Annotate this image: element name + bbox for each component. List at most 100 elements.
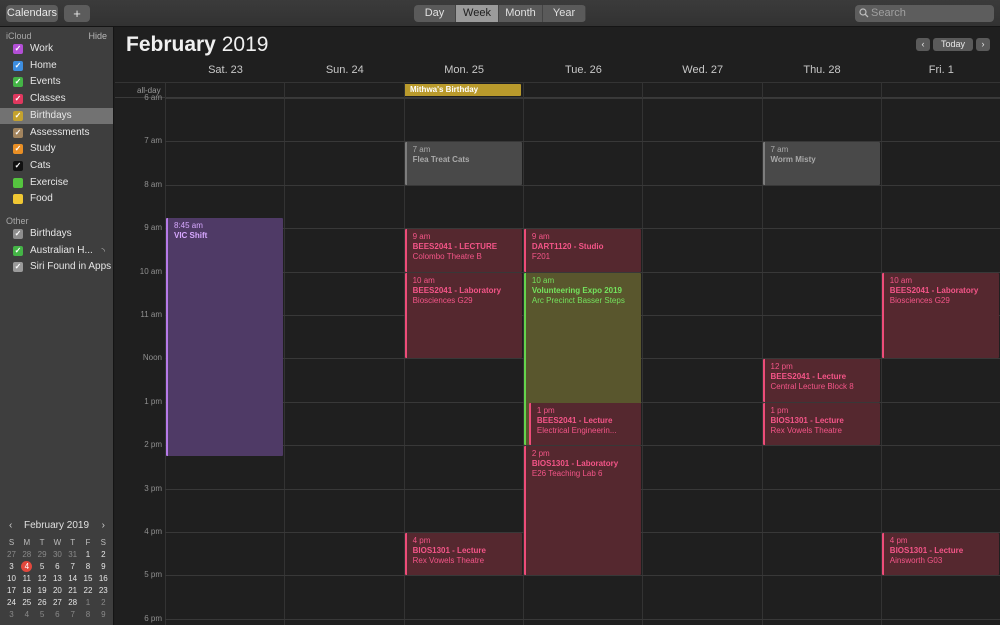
- next-week-button[interactable]: ›: [976, 38, 990, 51]
- day-header[interactable]: Sun. 24: [285, 64, 404, 76]
- calendar-checkbox[interactable]: ✓: [13, 127, 23, 138]
- sidebar-item[interactable]: ✓ Birthdays: [0, 107, 113, 124]
- mini-calendar-day[interactable]: 28: [65, 597, 80, 609]
- mini-calendar-day[interactable]: 5: [35, 609, 50, 621]
- mini-calendar-day[interactable]: 27: [4, 549, 19, 561]
- mini-calendar-day[interactable]: 29: [35, 549, 50, 561]
- mini-calendar-day[interactable]: 20: [50, 585, 65, 597]
- sidebar-item[interactable]: ✓ Home: [0, 58, 113, 74]
- mini-calendar-day[interactable]: 22: [81, 585, 96, 597]
- sidebar-item[interactable]: ✓ Classes: [0, 91, 113, 107]
- calendar-event[interactable]: 1 pm BIOS1301 - Lecture Rex Vowels Theatre: [762, 402, 880, 446]
- sidebar-item[interactable]: Food: [0, 191, 113, 207]
- sidebar-item[interactable]: ✓ Assessments: [0, 125, 113, 141]
- mini-calendar-day[interactable]: 1: [81, 549, 96, 561]
- mini-calendar-day[interactable]: 7: [65, 561, 80, 573]
- mini-calendar-day[interactable]: 6: [50, 561, 65, 573]
- calendar-checkbox[interactable]: ✓: [13, 77, 23, 88]
- day-header[interactable]: Wed. 27: [643, 64, 762, 76]
- calendar-checkbox[interactable]: ✓: [13, 60, 23, 71]
- mini-calendar-day[interactable]: 13: [50, 573, 65, 585]
- mini-calendar-day[interactable]: 3: [4, 609, 19, 621]
- day-header[interactable]: Mon. 25: [405, 64, 524, 76]
- calendar-event[interactable]: 10 am BEES2041 - Laboratory Biosciences G2…: [881, 272, 1000, 359]
- calendar-event[interactable]: 7 am Worm Misty: [762, 142, 880, 185]
- calendar-event[interactable]: 2 pm BIOS1301 - Laboratory E26 Teaching La…: [523, 446, 642, 576]
- mini-calendar-day[interactable]: 30: [50, 549, 65, 561]
- mini-calendar-day[interactable]: 6: [50, 609, 65, 621]
- day-header[interactable]: Tue. 26: [524, 64, 643, 76]
- calendar-event[interactable]: 12 pm BEES2041 - Lecture Central Lecture B…: [762, 359, 880, 402]
- sidebar-item[interactable]: ✓ Australian H... ◝: [0, 243, 113, 259]
- sidebar-item[interactable]: Exercise: [0, 175, 113, 191]
- calendar-checkbox[interactable]: [13, 177, 23, 188]
- mini-calendar-day[interactable]: 19: [35, 585, 50, 597]
- calendar-event[interactable]: 9 am DART1120 - Studio F201: [523, 229, 642, 272]
- view-tab-day[interactable]: Day: [414, 5, 456, 22]
- day-header[interactable]: Sat. 23: [166, 64, 285, 76]
- mini-next-icon[interactable]: ›: [102, 520, 105, 531]
- sidebar-item[interactable]: ✓ Birthdays: [0, 226, 113, 242]
- add-calendar-button[interactable]: +: [64, 5, 90, 22]
- mini-calendar-day[interactable]: 10: [4, 573, 19, 585]
- mini-calendar-day[interactable]: 14: [65, 573, 80, 585]
- calendar-checkbox[interactable]: ✓: [13, 229, 23, 239]
- calendar-event[interactable]: 9 am BEES2041 - LECTURE Colombo Theatre B: [404, 229, 522, 272]
- calendar-checkbox[interactable]: ✓: [13, 144, 23, 155]
- mini-calendar-day[interactable]: 2: [96, 597, 111, 609]
- mini-calendar-day[interactable]: 8: [81, 609, 96, 621]
- calendar-checkbox[interactable]: [13, 194, 23, 205]
- mini-calendar-day[interactable]: 17: [4, 585, 19, 597]
- hide-button[interactable]: Hide: [88, 31, 107, 41]
- sidebar-item[interactable]: ✓ Cats: [0, 158, 113, 174]
- mini-calendar-day[interactable]: 9: [96, 561, 111, 573]
- mini-calendar-day[interactable]: 9: [96, 609, 111, 621]
- sidebar-item[interactable]: ✓ Study: [0, 141, 113, 157]
- prev-week-button[interactable]: ‹: [916, 38, 930, 51]
- calendar-event[interactable]: 4 pm BIOS1301 - Lecture Rex Vowels Theatre: [404, 533, 522, 576]
- sidebar-item[interactable]: ✓ Events: [0, 74, 113, 90]
- calendar-checkbox[interactable]: ✓: [13, 44, 23, 54]
- mini-calendar-day[interactable]: 1: [81, 597, 96, 609]
- view-tab-week[interactable]: Week: [456, 5, 499, 22]
- calendar-event[interactable]: 4 pm BIOS1301 - Lecture Ainsworth G03: [881, 533, 1000, 576]
- sidebar-item[interactable]: ✓ Work: [0, 41, 113, 57]
- view-tab-year[interactable]: Year: [543, 5, 586, 22]
- mini-calendar-day[interactable]: 24: [4, 597, 19, 609]
- view-tab-month[interactable]: Month: [499, 5, 543, 22]
- mini-calendar-day[interactable]: 18: [19, 585, 34, 597]
- mini-calendar-day[interactable]: 4: [19, 609, 34, 621]
- mini-calendar-day[interactable]: 4: [19, 561, 34, 573]
- calendar-event[interactable]: 7 am Flea Treat Cats: [404, 142, 522, 185]
- calendar-event[interactable]: 10 am BEES2041 - Laboratory Biosciences G2…: [404, 272, 522, 359]
- day-header[interactable]: Fri. 1: [882, 64, 1000, 76]
- mini-calendar-day[interactable]: 11: [19, 573, 34, 585]
- mini-calendar-day[interactable]: 8: [81, 561, 96, 573]
- mini-calendar-day[interactable]: 28: [19, 549, 34, 561]
- calendar-checkbox[interactable]: ✓: [13, 245, 23, 256]
- mini-calendar-day[interactable]: 16: [96, 573, 111, 585]
- mini-calendar-day[interactable]: 23: [96, 585, 111, 597]
- calendar-checkbox[interactable]: ✓: [13, 94, 23, 105]
- mini-calendar-day[interactable]: 15: [81, 573, 96, 585]
- mini-calendar-day[interactable]: 27: [50, 597, 65, 609]
- calendar-checkbox[interactable]: ✓: [13, 110, 23, 121]
- mini-calendar-day[interactable]: 12: [35, 573, 50, 585]
- today-button[interactable]: Today: [933, 38, 973, 51]
- mini-calendar-day[interactable]: 7: [65, 609, 80, 621]
- calendar-checkbox[interactable]: ✓: [13, 262, 23, 273]
- mini-calendar-day[interactable]: 31: [65, 549, 80, 561]
- search-field[interactable]: Search: [855, 5, 994, 22]
- calendars-button[interactable]: Calendars: [6, 5, 58, 22]
- mini-calendar-day[interactable]: 2: [96, 549, 111, 561]
- all-day-event[interactable]: Mithwa's Birthday: [404, 84, 521, 96]
- calendar-event[interactable]: 1 pm BEES2041 - Lecture Electrical Enginee…: [528, 402, 642, 446]
- mini-calendar-day[interactable]: 21: [65, 585, 80, 597]
- mini-calendar-day[interactable]: 5: [35, 561, 50, 573]
- mini-calendar-day[interactable]: 25: [19, 597, 34, 609]
- day-header[interactable]: Thu. 28: [763, 64, 882, 76]
- calendar-checkbox[interactable]: ✓: [13, 160, 23, 171]
- mini-calendar-day[interactable]: 3: [4, 561, 19, 573]
- mini-calendar-day[interactable]: 26: [35, 597, 50, 609]
- sidebar-item[interactable]: ✓ Siri Found in Apps: [0, 259, 113, 275]
